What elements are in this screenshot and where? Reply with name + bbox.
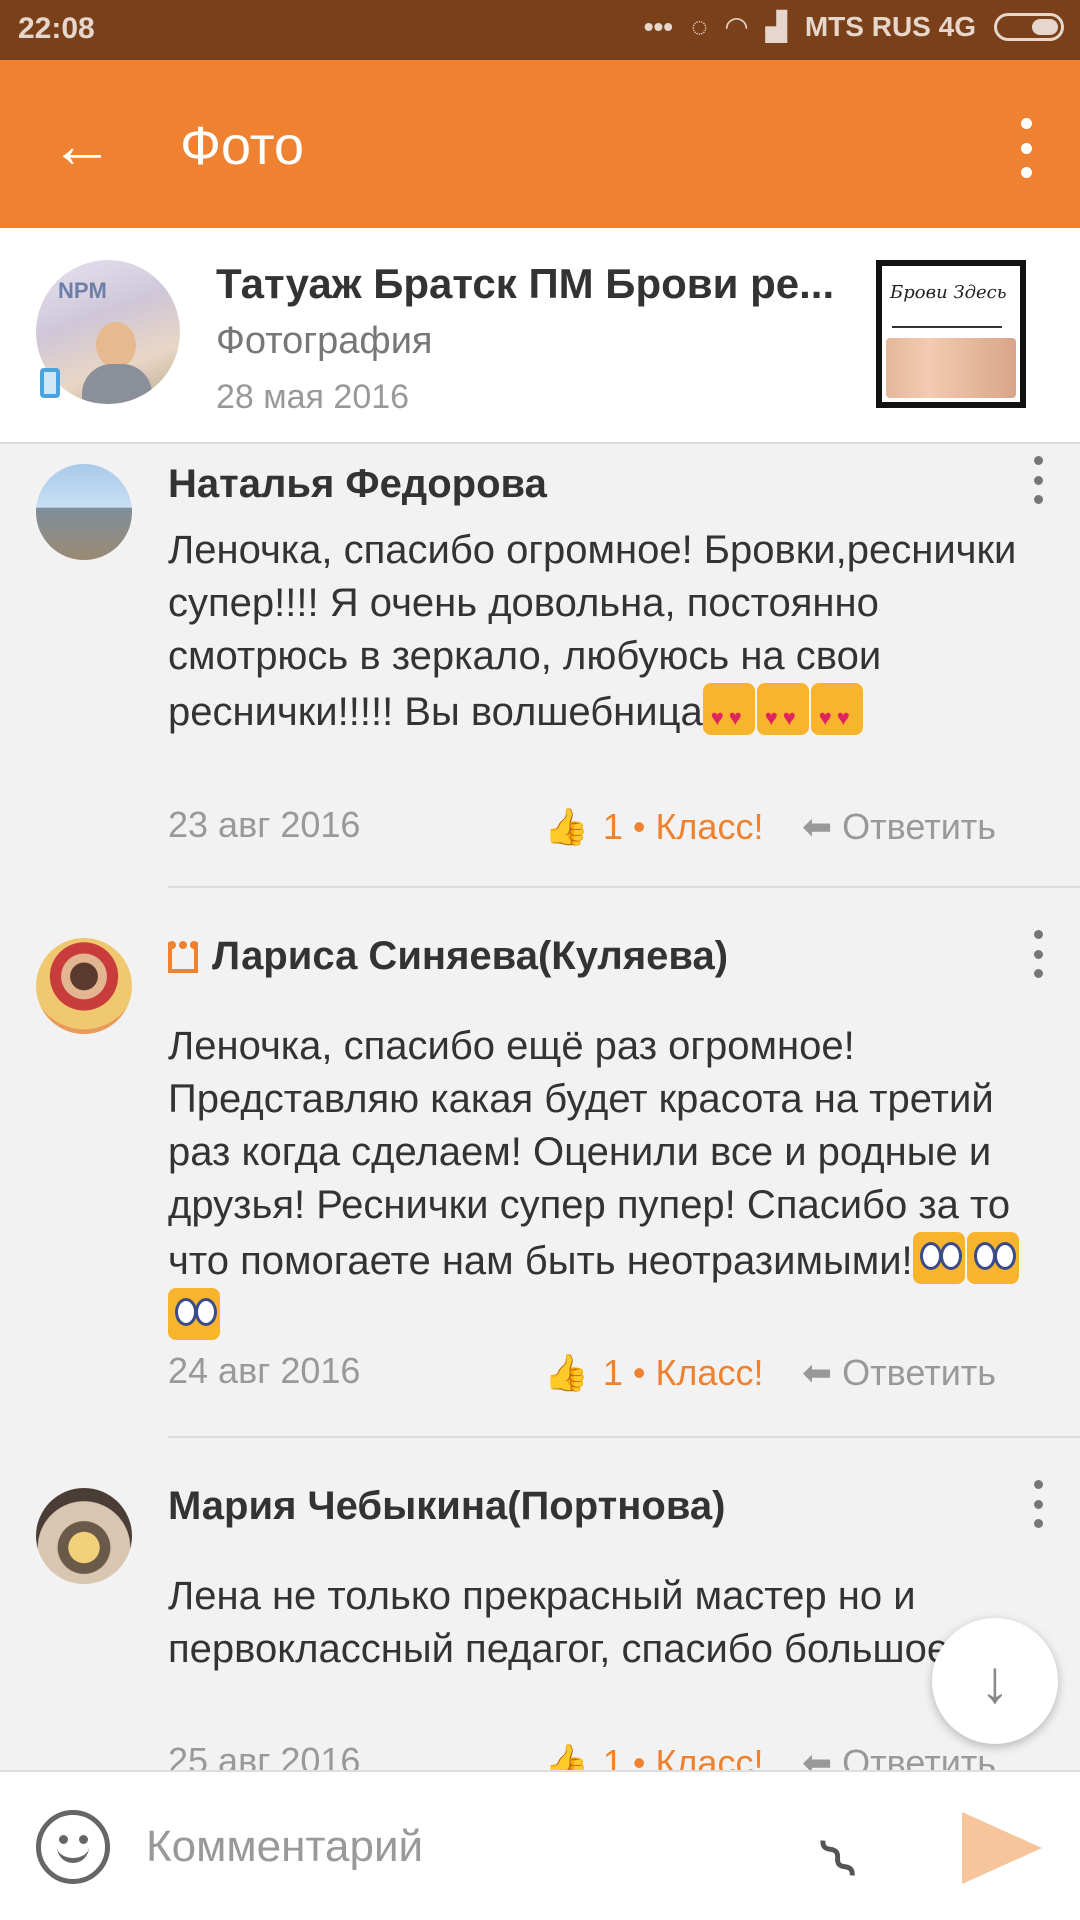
status-bar: 22:08 ••• ◌ ◠ ▟ MTS RUS 4G [0,0,1080,60]
comment-author[interactable]: Наталья Федорова [168,462,547,507]
big-eyes-emoji-icon [912,1232,965,1284]
avatar-logo-text: NPM [58,278,107,303]
comment-text: Леночка, спасибо ещё раз огромное! Предс… [168,1020,1028,1344]
reply-button[interactable]: ⬅ Ответить [802,806,996,848]
reply-arrow-icon: ⬅ [802,806,833,847]
reply-label: Ответить [842,806,997,847]
sync-icon: ◌ [691,10,708,42]
avatar[interactable] [36,1488,132,1584]
status-icons: ••• ◌ ◠ ▟ MTS RUS 4G [644,10,1064,43]
post-author[interactable]: Татуаж Братск ПМ Брови ре... [216,260,856,308]
thumbs-up-icon: 👍 [544,806,589,847]
status-time: 22:08 [18,12,95,45]
comment-input[interactable] [146,1812,786,1882]
like-button[interactable]: 👍 1 • Класс! [544,806,763,848]
avatar[interactable] [36,464,132,560]
carrier-label: MTS RUS 4G [804,10,976,42]
arrow-left-icon[interactable]: ← [50,110,120,180]
attach-icon[interactable]: ⌇ [806,1798,905,1897]
more-vertical-icon[interactable] [1030,930,1046,978]
signal-icon: ▟ [765,11,787,42]
comment-date: 23 авг 2016 [168,804,361,845]
comment-author[interactable]: Лариса Синяева(Куляева) [168,934,728,979]
arrow-down-icon: ↓ [980,1647,1010,1715]
big-eyes-emoji-icon [168,1288,220,1340]
avatar[interactable] [36,938,132,1034]
more-vertical-icon[interactable] [1030,1480,1046,1528]
heart-eyes-emoji-icon [810,683,863,744]
smile-icon[interactable] [36,1810,110,1884]
page-title: Фото [180,116,305,176]
reply-label: Ответить [842,1352,997,1393]
send-icon[interactable] [962,1812,1042,1884]
more-dots-icon: ••• [643,10,674,42]
divider [168,1436,1080,1438]
post-type: Фотография [216,320,433,362]
app-toolbar: ← Фото [0,60,1080,228]
post-header[interactable]: NPM Татуаж Братск ПМ Брови ре... Фотогра… [0,228,1080,444]
like-count: 1 • Класс! [602,806,764,847]
comment-date: 24 авг 2016 [168,1350,361,1391]
divider [168,886,1080,888]
scroll-down-button[interactable]: ↓ [932,1618,1058,1744]
big-eyes-emoji-icon [966,1232,1019,1284]
thumbnail-logo: Брови Здесь [890,282,1007,303]
thumbs-up-icon: 👍 [544,1352,589,1393]
heart-eyes-emoji-icon [702,683,755,744]
wifi-icon: ◠ [725,11,748,42]
mobile-icon [40,368,60,398]
comment-input-bar: ⌇ [0,1770,1080,1920]
reply-arrow-icon: ⬅ [802,1352,833,1393]
reply-button[interactable]: ⬅ Ответить [802,1352,996,1394]
heart-eyes-emoji-icon [756,683,809,744]
comment-author[interactable]: Мария Чебыкина(Портнова) [168,1484,725,1529]
battery-icon [994,12,1064,41]
comment-text: Лена не только прекрасный мастер но и пе… [168,1574,972,1671]
more-vertical-icon[interactable] [1006,118,1046,178]
comment-text: Леночка, спасибо огромное! Бровки,реснич… [168,524,1028,744]
post-date: 28 мая 2016 [216,378,410,416]
like-count: 1 • Класс! [602,1352,764,1393]
post-thumbnail[interactable]: Брови Здесь [876,260,1026,408]
birthday-cake-icon [168,941,198,973]
like-button[interactable]: 👍 1 • Класс! [544,1352,763,1394]
more-vertical-icon[interactable] [1030,456,1046,504]
